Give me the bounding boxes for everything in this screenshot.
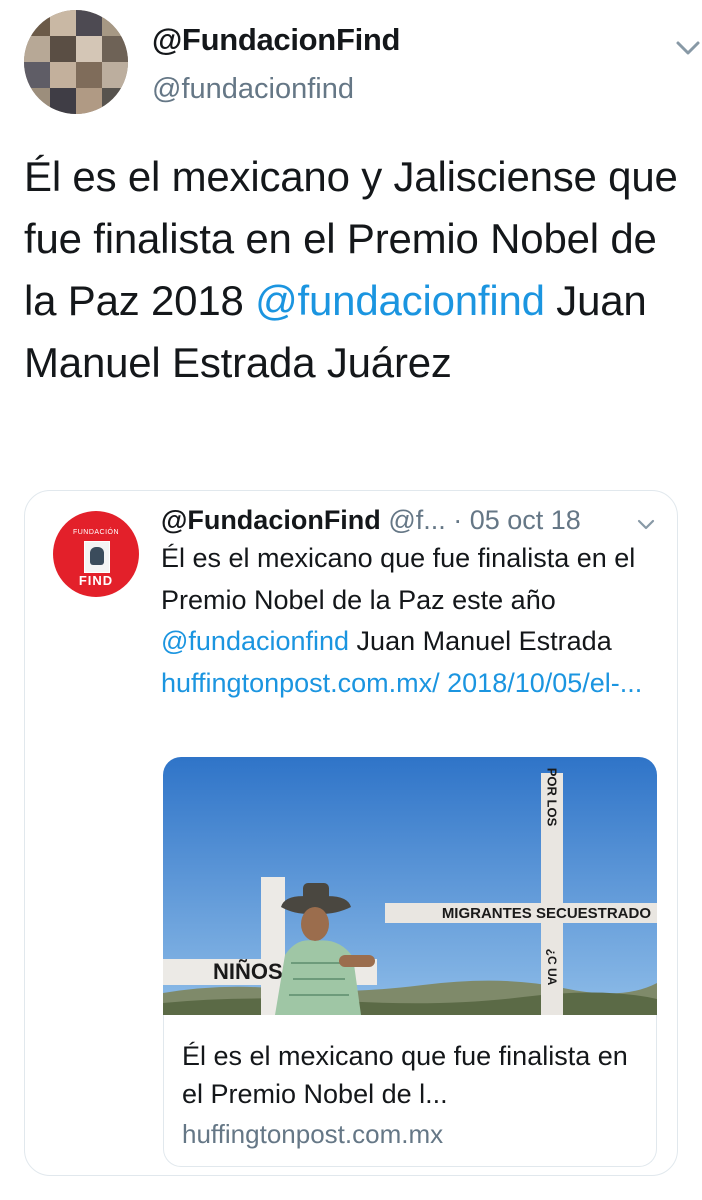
link-card[interactable]: Él es el mexicano que fue finalista en e… — [163, 1015, 657, 1167]
quoted-display-name[interactable]: @FundacionFind — [161, 505, 381, 535]
quoted-mention-link[interactable]: @fundacionfind — [161, 626, 349, 656]
quoted-handle[interactable]: @f... — [388, 505, 445, 535]
quoted-text-part: Juan Manuel Estrada — [349, 626, 612, 656]
quoted-text-part: Él es el mexicano que fue finalista en e… — [161, 543, 636, 615]
author-handle[interactable]: @fundacionfind — [152, 73, 354, 106]
tweet-body: Él es el mexicano y Jalisciense que fue … — [24, 146, 684, 394]
chevron-down-icon[interactable] — [635, 513, 657, 535]
tweet-header: @FundacionFind @fundacionfind — [24, 10, 700, 120]
quoted-author-avatar[interactable]: FUNDACIÓN FIND — [53, 511, 139, 597]
author-avatar[interactable] — [24, 10, 128, 114]
avatar-top-label: FUNDACIÓN — [72, 529, 120, 536]
quoted-date[interactable]: 05 oct 18 — [470, 505, 581, 535]
link-card-domain[interactable]: huffingtonpost.com.mx — [182, 1119, 443, 1150]
quoted-tweet-body: Él es el mexicano que fue finalista en e… — [161, 538, 651, 704]
sign-migrantes-text: MIGRANTES SECUESTRADO — [442, 905, 652, 922]
sign-por-los-text: POR LOS — [545, 768, 560, 827]
quoted-tweet-card[interactable]: FUNDACIÓN FIND @FundacionFind @f... · 05… — [24, 490, 678, 1176]
quoted-separator: · — [445, 505, 470, 535]
sign-ninos-text: NIÑOS — [213, 959, 283, 984]
avatar-photo — [84, 541, 110, 573]
author-display-name[interactable]: @FundacionFind — [152, 22, 400, 58]
mention-link[interactable]: @fundacionfind — [255, 277, 545, 324]
link-card-title[interactable]: Él es el mexicano que fue finalista en e… — [182, 1037, 642, 1113]
avatar-brand-label: FIND — [78, 573, 114, 588]
sign-cua-text: ¿C UA — [545, 949, 559, 986]
quoted-url-link[interactable]: huffingtonpost.com.mx/ 2018/10/05/el-... — [161, 668, 642, 698]
chevron-down-icon[interactable] — [672, 32, 702, 64]
quoted-tweet-header: @FundacionFind @f... · 05 oct 18 — [161, 505, 581, 536]
link-card-image[interactable]: MIGRANTES SECUESTRADO POR LOS ¿C UA NIÑO… — [163, 757, 657, 1015]
